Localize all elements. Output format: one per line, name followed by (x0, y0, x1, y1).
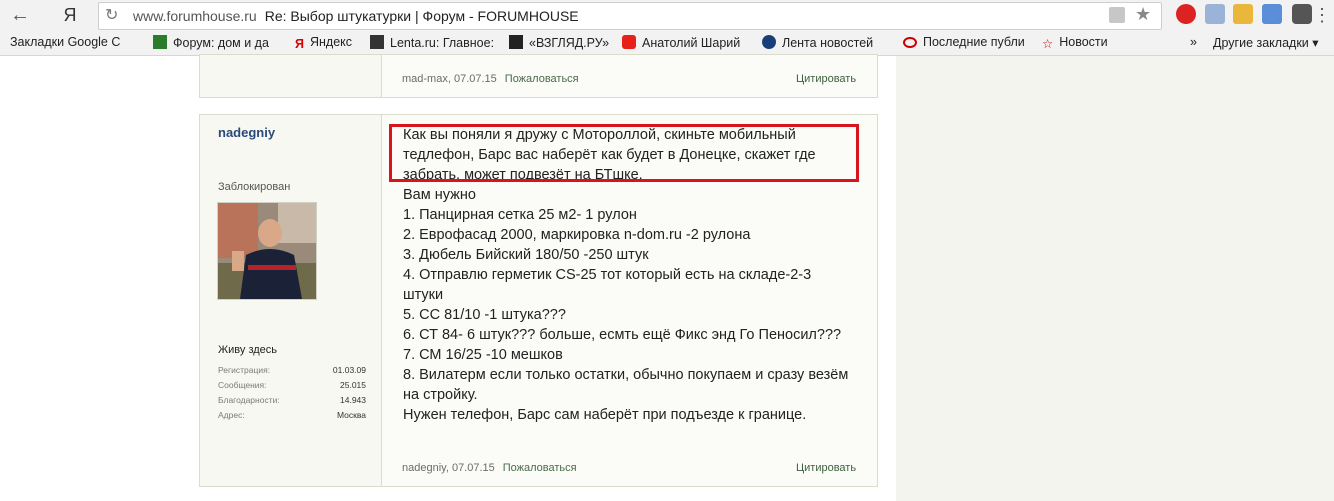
vzglyad-icon (509, 35, 523, 49)
bookmark-label: Анатолий Шарий (642, 36, 741, 50)
bookmark-label: Новости (1059, 35, 1108, 49)
message-line: 2. Еврофасад 2000, маркировка n-dom.ru -… (403, 227, 751, 243)
bookmark-label: Форум: дом и да (173, 36, 269, 50)
stat-label: Благодарности: (218, 395, 280, 405)
stat-label: Сообщения: (218, 380, 267, 390)
bookmark-item[interactable]: Лента новостей (762, 35, 873, 50)
other-bookmarks[interactable]: Другие закладки ▾ (1213, 35, 1319, 50)
bookmark-label: Лента новостей (782, 36, 874, 50)
chevron-more-icon[interactable]: » (1190, 35, 1197, 49)
mail-icon[interactable] (1205, 4, 1225, 24)
reload-icon[interactable]: ↻ (105, 5, 118, 25)
right-sidebar (896, 56, 1334, 501)
message-line: на стройку. (403, 387, 478, 403)
bookmark-star-icon[interactable]: ★ (1135, 4, 1151, 25)
bookmark-item[interactable]: Я Яндекс (295, 35, 352, 51)
post-userinfo: nadegniy Заблокирован Живу здесь Регистр… (200, 115, 382, 486)
message-line: Вам нужно (403, 187, 476, 203)
quote-link[interactable]: Цитировать (796, 462, 856, 474)
report-link[interactable]: Пожаловаться (505, 73, 579, 85)
lock-icon[interactable] (1109, 7, 1125, 23)
mail-extension-icon[interactable] (1262, 4, 1282, 24)
bookmark-item[interactable]: Закладки Google С (10, 35, 120, 49)
page-area: mad-max, 07.07.15 Пожаловаться Цитировать… (0, 54, 1334, 501)
bookmark-label: Закладки Google С (10, 35, 121, 49)
avatar-photo (218, 203, 316, 299)
eye-icon (903, 37, 917, 48)
post-footer: mad-max, 07.07.15 Пожаловаться (402, 73, 579, 85)
message-line: 4. Отправлю герметик CS-25 тот который е… (403, 267, 812, 283)
stat-registration: Регистрация: 01.03.09 (218, 365, 366, 380)
previous-post-body: mad-max, 07.07.15 Пожаловаться Цитировать (382, 55, 877, 97)
url: www.forumhouse.ru (133, 8, 257, 24)
bookmark-item[interactable]: Lenta.ru: Главное: (370, 35, 494, 50)
bookmarks-bar: Закладки Google С Форум: дом и да Я Яндек… (0, 30, 1334, 56)
user-status: Заблокирован (218, 181, 291, 193)
user-title: Живу здесь (218, 344, 278, 356)
bookmark-item[interactable]: Анатолий Шарий (622, 35, 740, 50)
quote-link[interactable]: Цитировать (796, 73, 856, 85)
previous-post: mad-max, 07.07.15 Пожаловаться Цитировать (199, 54, 878, 98)
browser-toolbar: ← Я ↻ www.forumhouse.ru Re: Выбор штукату… (0, 0, 1334, 30)
yandex-logo[interactable]: Я (58, 3, 82, 27)
report-link[interactable]: Пожаловаться (503, 462, 577, 474)
url-text[interactable]: www.forumhouse.ru Re: Выбор штукатурки | … (133, 8, 579, 24)
stat-messages: Сообщения: 25.015 (218, 380, 366, 395)
stat-thanks: Благодарности: 14.943 (218, 395, 366, 410)
news-icon (762, 35, 776, 49)
bookmark-label: Яндекс (309, 35, 353, 49)
stat-value: 01.03.09 (332, 365, 366, 375)
message-line: Нужен телефон, Барс сам наберёт при подъ… (403, 407, 807, 423)
stat-label: Адрес: (218, 410, 245, 420)
star-icon: ☆ (1042, 37, 1054, 51)
adblock-icon[interactable] (1176, 4, 1196, 24)
message-line: 5. СС 81/10 -1 штука??? (403, 307, 566, 323)
highlight-box (389, 124, 859, 182)
bookmark-item[interactable]: Форум: дом и да (153, 35, 269, 50)
bookmark-label: Lenta.ru: Главное: (390, 36, 495, 50)
back-arrow-icon[interactable]: ← (8, 3, 32, 27)
left-margin (0, 56, 199, 501)
other-bookmarks-label: Другие закладки (1213, 36, 1309, 50)
page-title: Re: Выбор штукатурки | Форум - FORUMHOUS… (264, 8, 579, 24)
message-line: 3. Дюбель Бийский 180/50 -250 штук (403, 247, 649, 263)
message-line: штуки (403, 287, 444, 303)
user-avatar[interactable] (217, 202, 317, 300)
extension-icon[interactable] (1233, 4, 1253, 24)
message-line: 8. Вилатерм если только остатки, обычно … (403, 367, 849, 383)
menu-icon[interactable]: ⋮ (1310, 3, 1334, 27)
stat-label: Регистрация: (218, 365, 271, 375)
message-line: 7. СМ 16/25 -10 мешков (403, 347, 563, 363)
bookmark-label: Последние публи (923, 35, 1025, 49)
message-line: 1. Панцирная сетка 25 м2- 1 рулон (403, 207, 637, 223)
bookmark-item[interactable]: Последние публи (903, 35, 1025, 49)
post-author-date[interactable]: mad-max, 07.07.15 (402, 73, 497, 85)
previous-post-userinfo (200, 55, 382, 97)
bookmark-label: «ВЗГЛЯД.РУ» (529, 36, 610, 50)
post-footer: nadegniy, 07.07.15 Пожаловаться (402, 462, 577, 474)
username[interactable]: nadegniy (218, 125, 275, 140)
address-bar[interactable]: ↻ www.forumhouse.ru Re: Выбор штукатурки … (98, 2, 1162, 30)
bookmark-item[interactable]: ☆ Новости (1042, 35, 1108, 51)
lenta-icon (370, 35, 384, 49)
forumhouse-icon (153, 35, 167, 49)
yandex-icon: Я (295, 37, 304, 51)
stat-value: 14.943 (340, 395, 366, 405)
location-extension-icon[interactable] (1292, 4, 1312, 24)
bookmark-item[interactable]: «ВЗГЛЯД.РУ» (509, 35, 609, 50)
stat-value: Москва (336, 410, 366, 420)
post-author-date[interactable]: nadegniy, 07.07.15 (402, 462, 495, 474)
stat-address: Адрес: Москва (218, 410, 366, 425)
message-line: 6. СТ 84- 6 штук??? больше, есмть ещё Фи… (403, 327, 842, 343)
stat-value[interactable]: 25.015 (340, 380, 366, 390)
user-stats: Регистрация: 01.03.09 Сообщения: 25.015 Бл… (218, 365, 366, 425)
youtube-icon (622, 35, 636, 49)
